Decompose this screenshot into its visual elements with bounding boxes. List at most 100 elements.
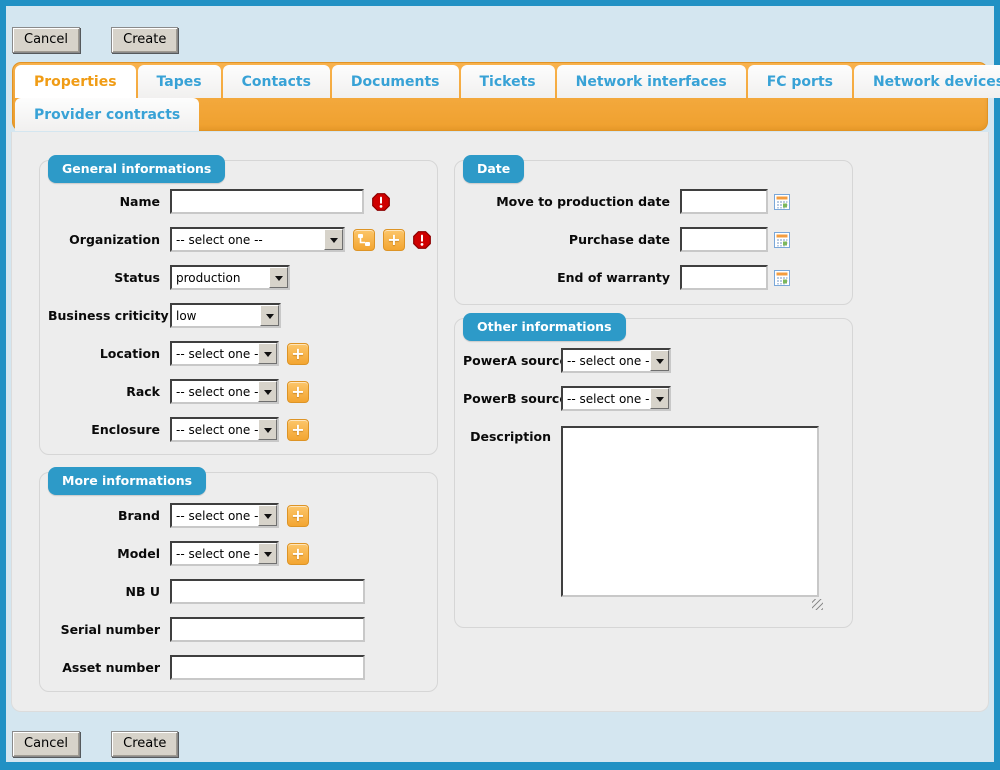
tab-row-1: Properties Tapes Contacts Documents Tick… bbox=[15, 65, 985, 98]
enclosure-row: Enclosure -- select one -- + bbox=[48, 417, 437, 442]
tab-provider-contracts[interactable]: Provider contracts bbox=[15, 98, 199, 131]
enclosure-label: Enclosure bbox=[48, 422, 160, 437]
cancel-button[interactable]: Cancel bbox=[12, 731, 80, 757]
organization-select-value: -- select one -- bbox=[172, 229, 324, 250]
resize-grip-icon[interactable] bbox=[812, 599, 823, 610]
business-criticity-select-value: low bbox=[172, 305, 260, 326]
tab-fc-ports[interactable]: FC ports bbox=[748, 65, 852, 98]
location-label: Location bbox=[48, 346, 160, 361]
rack-select[interactable]: -- select one -- bbox=[170, 379, 279, 404]
brand-row: Brand -- select one -- + bbox=[48, 503, 437, 528]
end-of-warranty-label: End of warranty bbox=[463, 270, 670, 285]
add-enclosure-button[interactable]: + bbox=[287, 419, 309, 441]
nb-u-input[interactable] bbox=[170, 579, 365, 604]
model-label: Model bbox=[48, 546, 160, 561]
dropdown-arrow-icon[interactable] bbox=[650, 350, 669, 371]
enclosure-select[interactable]: -- select one -- bbox=[170, 417, 279, 442]
move-to-production-date-row: Move to production date bbox=[463, 189, 852, 214]
move-to-production-date-input[interactable] bbox=[680, 189, 768, 214]
description-label: Description bbox=[463, 426, 551, 444]
powera-source-label: PowerA source bbox=[463, 353, 551, 368]
powerb-source-row: PowerB source -- select one -- bbox=[463, 386, 852, 411]
add-brand-button[interactable]: + bbox=[287, 505, 309, 527]
description-row: Description bbox=[463, 426, 852, 597]
mandatory-icon bbox=[413, 231, 431, 249]
top-toolbar: Cancel Create bbox=[6, 6, 994, 52]
more-informations-section: More informations Brand -- select one --… bbox=[39, 472, 438, 692]
purchase-date-row: Purchase date bbox=[463, 227, 852, 252]
tab-properties[interactable]: Properties bbox=[15, 65, 136, 98]
rack-row: Rack -- select one -- + bbox=[48, 379, 437, 404]
date-section: Date Move to production date Purchase da… bbox=[454, 160, 853, 305]
add-model-button[interactable]: + bbox=[287, 543, 309, 565]
move-to-production-date-label: Move to production date bbox=[463, 194, 670, 209]
general-informations-legend: General informations bbox=[48, 155, 225, 183]
dropdown-arrow-icon[interactable] bbox=[258, 543, 277, 564]
general-informations-section: General informations Name Organization -… bbox=[39, 160, 438, 455]
enclosure-select-value: -- select one -- bbox=[172, 419, 258, 440]
status-label: Status bbox=[48, 270, 160, 285]
asset-number-label: Asset number bbox=[48, 660, 160, 675]
date-legend: Date bbox=[463, 155, 524, 183]
powera-source-row: PowerA source -- select one -- bbox=[463, 348, 852, 373]
organization-row: Organization -- select one -- + bbox=[48, 227, 437, 252]
organization-hierarchy-button[interactable] bbox=[353, 229, 375, 251]
serial-number-row: Serial number bbox=[48, 617, 437, 642]
add-rack-button[interactable]: + bbox=[287, 381, 309, 403]
end-of-warranty-row: End of warranty bbox=[463, 265, 852, 290]
tab-network-interfaces[interactable]: Network interfaces bbox=[557, 65, 746, 98]
status-row: Status production bbox=[48, 265, 437, 290]
other-informations-section: Other informations PowerA source -- sele… bbox=[454, 318, 853, 628]
organization-select[interactable]: -- select one -- bbox=[170, 227, 345, 252]
status-select[interactable]: production bbox=[170, 265, 290, 290]
add-location-button[interactable]: + bbox=[287, 343, 309, 365]
mandatory-icon bbox=[372, 193, 390, 211]
calendar-icon[interactable] bbox=[774, 270, 790, 286]
powera-source-select[interactable]: -- select one -- bbox=[561, 348, 671, 373]
brand-label: Brand bbox=[48, 508, 160, 523]
cancel-button[interactable]: Cancel bbox=[12, 27, 80, 53]
dropdown-arrow-icon[interactable] bbox=[258, 505, 277, 526]
dropdown-arrow-icon[interactable] bbox=[650, 388, 669, 409]
serial-number-input[interactable] bbox=[170, 617, 365, 642]
tab-tapes[interactable]: Tapes bbox=[138, 65, 221, 98]
tab-contacts[interactable]: Contacts bbox=[223, 65, 330, 98]
calendar-icon[interactable] bbox=[774, 194, 790, 210]
tab-bar: Properties Tapes Contacts Documents Tick… bbox=[12, 62, 988, 131]
powerb-source-label: PowerB source bbox=[463, 391, 551, 406]
dropdown-arrow-icon[interactable] bbox=[258, 343, 277, 364]
add-organization-button[interactable]: + bbox=[383, 229, 405, 251]
form-panel: General informations Name Organization -… bbox=[11, 132, 989, 712]
tab-network-devices[interactable]: Network devices bbox=[854, 65, 1000, 98]
dropdown-arrow-icon[interactable] bbox=[260, 305, 279, 326]
create-button[interactable]: Create bbox=[111, 731, 178, 757]
dropdown-arrow-icon[interactable] bbox=[258, 419, 277, 440]
location-select-value: -- select one -- bbox=[172, 343, 258, 364]
tab-documents[interactable]: Documents bbox=[332, 65, 459, 98]
calendar-icon[interactable] bbox=[774, 232, 790, 248]
location-select[interactable]: -- select one -- bbox=[170, 341, 279, 366]
business-criticity-select[interactable]: low bbox=[170, 303, 281, 328]
purchase-date-input[interactable] bbox=[680, 227, 768, 252]
dropdown-arrow-icon[interactable] bbox=[258, 381, 277, 402]
end-of-warranty-input[interactable] bbox=[680, 265, 768, 290]
dropdown-arrow-icon[interactable] bbox=[269, 267, 288, 288]
serial-number-label: Serial number bbox=[48, 622, 160, 637]
tab-tickets[interactable]: Tickets bbox=[461, 65, 555, 98]
powerb-source-select[interactable]: -- select one -- bbox=[561, 386, 671, 411]
more-informations-legend: More informations bbox=[48, 467, 206, 495]
location-row: Location -- select one -- + bbox=[48, 341, 437, 366]
create-button[interactable]: Create bbox=[111, 27, 178, 53]
status-select-value: production bbox=[172, 267, 269, 288]
asset-number-input[interactable] bbox=[170, 655, 365, 680]
rack-select-value: -- select one -- bbox=[172, 381, 258, 402]
brand-select[interactable]: -- select one -- bbox=[170, 503, 279, 528]
name-input[interactable] bbox=[170, 189, 364, 214]
other-informations-legend: Other informations bbox=[463, 313, 626, 341]
powera-select-value: -- select one -- bbox=[563, 350, 650, 371]
description-textarea[interactable] bbox=[561, 426, 819, 597]
brand-select-value: -- select one -- bbox=[172, 505, 258, 526]
dropdown-arrow-icon[interactable] bbox=[324, 229, 343, 250]
model-select[interactable]: -- select one -- bbox=[170, 541, 279, 566]
asset-number-row: Asset number bbox=[48, 655, 437, 680]
